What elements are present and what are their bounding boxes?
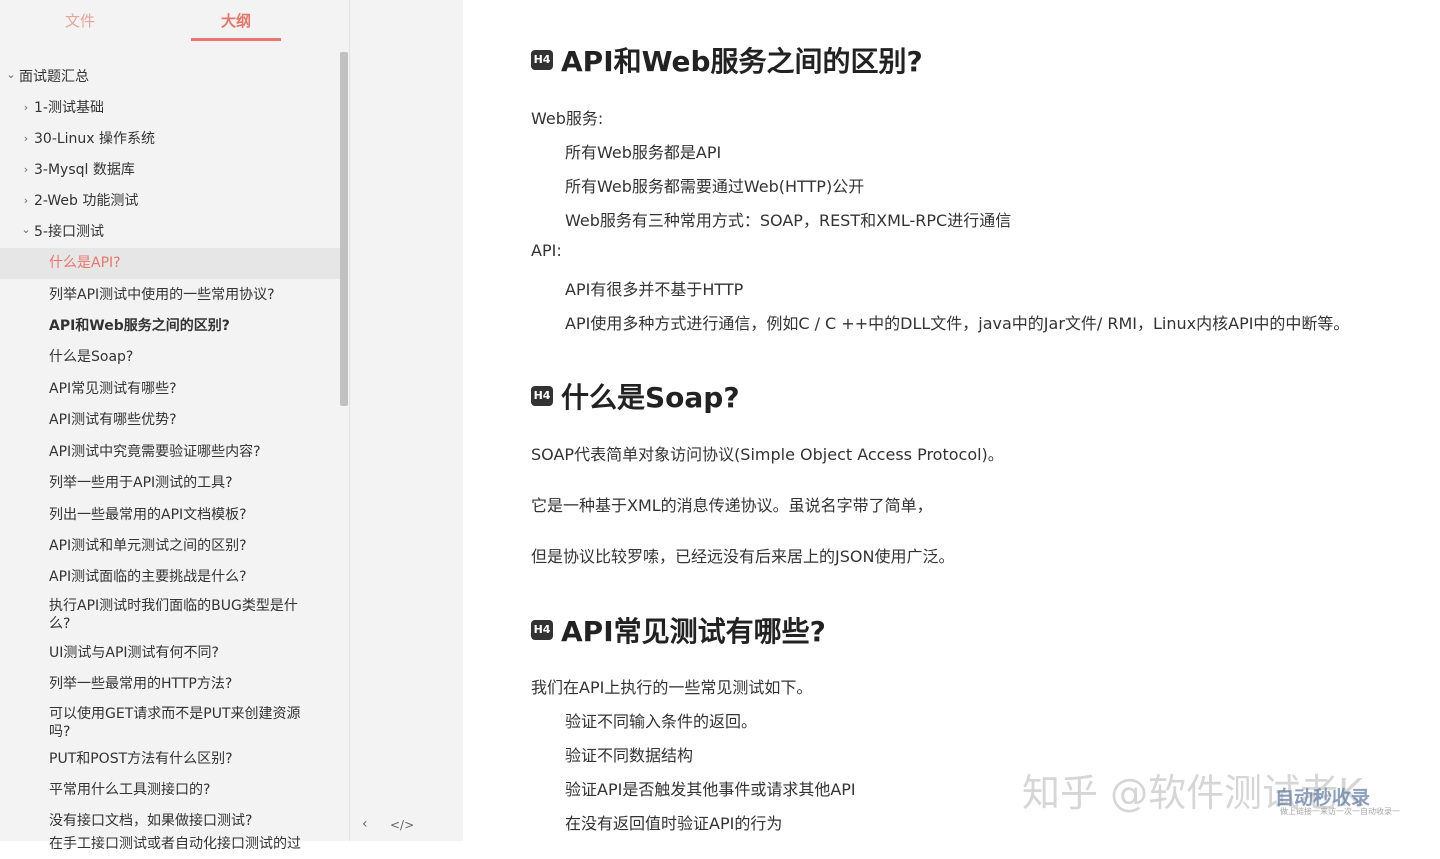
- outline-item-label: API测试中究竟需要验证哪些内容?: [49, 444, 261, 460]
- chevron-right-icon[interactable]: ›: [19, 161, 33, 179]
- outline-item[interactable]: API和Web服务之间的区别?: [0, 311, 340, 341]
- heading-level-badge: H4: [531, 50, 553, 70]
- tab-outline[interactable]: 大纲: [221, 10, 251, 31]
- sidebar: 文件 大纲 ⌄ 面试题汇总 › 1-测试基础 › 30-Linux 操作系统 › 3-Mysq…: [0, 0, 350, 852]
- list-item: 在没有返回值时验证API的行为: [565, 814, 783, 833]
- outline-item[interactable]: API常见测试有哪些?: [0, 374, 340, 404]
- outline-item[interactable]: API测试有哪些优势?: [0, 405, 340, 435]
- outline-item-label: API测试和单元测试之间的区别?: [49, 538, 247, 554]
- outline-item-label: 什么是API?: [49, 255, 121, 271]
- outline-item[interactable]: ⌄ 5-接口测试: [0, 217, 340, 247]
- paragraph: SOAP代表简单对象访问协议(Simple Object Access Prot…: [531, 445, 1004, 464]
- outline-item-label: 1-测试基础: [34, 100, 104, 116]
- watermark-subtitle: 做上链接一来访一次一自动收录一: [1280, 807, 1400, 816]
- outline-item-label: 3-Mysql 数据库: [34, 162, 135, 178]
- outline-item-label: 列举一些最常用的HTTP方法?: [49, 676, 233, 692]
- outline-item-label: 什么是Soap?: [49, 349, 134, 365]
- outline-item-label: UI测试与API测试有何不同?: [49, 645, 219, 661]
- collapse-sidebar-icon[interactable]: ‹: [362, 816, 368, 832]
- outline-item-label: API和Web服务之间的区别?: [49, 318, 230, 334]
- list-item: API使用多种方式进行通信，例如C / C ++中的DLL文件，java中的Ja…: [565, 314, 1350, 333]
- outline-item-label: 在手工接口测试或者自动化接口测试的过: [49, 836, 301, 852]
- heading-level-badge: H4: [531, 386, 553, 406]
- outline-item[interactable]: 什么是API?: [0, 248, 340, 279]
- outline-item[interactable]: › 1-测试基础: [0, 93, 340, 123]
- outline-item[interactable]: 平常用什么工具测接口的?: [0, 775, 340, 805]
- outline-item-label: 可以使用GET请求而不是PUT来创建资源吗?: [49, 706, 301, 740]
- tab-files[interactable]: 文件: [65, 10, 95, 31]
- outline-item[interactable]: 列举一些用于API测试的工具?: [0, 468, 340, 498]
- outline-item[interactable]: 什么是Soap?: [0, 342, 340, 372]
- outline-item[interactable]: › 3-Mysql 数据库: [0, 155, 340, 185]
- chevron-right-icon[interactable]: ›: [19, 99, 33, 117]
- outline-item-label: 30-Linux 操作系统: [34, 131, 156, 147]
- outline-item-label: 2-Web 功能测试: [34, 193, 139, 209]
- section-heading: H4 API常见测试有哪些?: [531, 610, 826, 650]
- chevron-right-icon[interactable]: ›: [19, 192, 33, 210]
- paragraph: 它是一种基于XML的消息传递协议。虽说名字带了简单，: [531, 496, 933, 515]
- list-item: 所有Web服务都需要通过Web(HTTP)公开: [565, 177, 865, 196]
- list-item: 验证API是否触发其他事件或请求其他API: [565, 780, 856, 799]
- outline-item[interactable]: ⌄ 面试题汇总: [0, 62, 340, 92]
- outline-item-label: 面试题汇总: [19, 69, 89, 85]
- outline-item[interactable]: PUT和POST方法有什么区别?: [0, 744, 340, 774]
- list-item: Web服务有三种常用方式：SOAP，REST和XML-RPC进行通信: [565, 211, 1012, 230]
- source-code-icon[interactable]: </>: [390, 818, 414, 832]
- outline-item[interactable]: API测试和单元测试之间的区别?: [0, 531, 340, 561]
- section-heading: H4 API和Web服务之间的区别?: [531, 40, 923, 80]
- document-content: H4 API和Web服务之间的区别? Web服务: 所有Web服务都是API 所有Web…: [463, 0, 1440, 841]
- list-item: 所有Web服务都是API: [565, 143, 722, 162]
- list-item: API有很多并不基于HTTP: [565, 280, 744, 299]
- outline-item[interactable]: 列举一些最常用的HTTP方法?: [0, 669, 340, 699]
- outline-item-label: 平常用什么工具测接口的?: [49, 782, 211, 798]
- chevron-down-icon[interactable]: ⌄: [4, 66, 18, 84]
- paragraph: 我们在API上执行的一些常见测试如下。: [531, 678, 813, 697]
- outline-item[interactable]: API测试面临的主要挑战是什么?: [0, 562, 340, 592]
- outline-item-label: 执行API测试时我们面临的BUG类型是什么?: [49, 598, 298, 632]
- outline-item[interactable]: 列举API测试中使用的一些常用协议?: [0, 280, 340, 310]
- outline-item-label: 列举一些用于API测试的工具?: [49, 475, 233, 491]
- sidebar-tabs: 文件 大纲: [0, 0, 350, 44]
- outline-item-label: API测试面临的主要挑战是什么?: [49, 569, 247, 585]
- outline-item[interactable]: › 30-Linux 操作系统: [0, 124, 340, 154]
- outline-item-label: 列举API测试中使用的一些常用协议?: [49, 287, 275, 303]
- paragraph: Web服务:: [531, 109, 604, 128]
- outline-item[interactable]: UI测试与API测试有何不同?: [0, 638, 340, 668]
- heading-level-badge: H4: [531, 620, 553, 640]
- section-heading-text: API常见测试有哪些?: [561, 615, 826, 648]
- sidebar-footer: ‹ </>: [350, 0, 463, 841]
- active-tab-indicator: [191, 38, 281, 41]
- outline-item[interactable]: 可以使用GET请求而不是PUT来创建资源吗?: [0, 699, 340, 745]
- outline-item-label: PUT和POST方法有什么区别?: [49, 751, 233, 767]
- outline-item-label: 没有接口文档，如果做接口测试?: [49, 813, 253, 829]
- paragraph: API:: [531, 241, 562, 260]
- section-heading: H4 什么是Soap?: [531, 376, 740, 416]
- outline-item[interactable]: API测试中究竟需要验证哪些内容?: [0, 437, 340, 467]
- chevron-down-icon[interactable]: ⌄: [19, 221, 33, 239]
- outline-item[interactable]: › 2-Web 功能测试: [0, 186, 340, 216]
- section-heading-text: 什么是Soap?: [561, 381, 740, 414]
- outline-item[interactable]: 执行API测试时我们面临的BUG类型是什么?: [0, 591, 340, 637]
- outline-item[interactable]: 在手工接口测试或者自动化接口测试的过: [0, 829, 340, 859]
- paragraph: 但是协议比较罗嗦，已经远没有后来居上的JSON使用广泛。: [531, 547, 955, 566]
- outline-item-label: 列出一些最常用的API文档模板?: [49, 507, 247, 523]
- list-item: 验证不同数据结构: [565, 746, 694, 765]
- outline-item-label: API测试有哪些优势?: [49, 412, 177, 428]
- sidebar-scrollbar[interactable]: [340, 52, 348, 406]
- outline-item-label: API常见测试有哪些?: [49, 381, 177, 397]
- list-item: 验证不同输入条件的返回。: [565, 712, 758, 731]
- section-heading-text: API和Web服务之间的区别?: [561, 45, 923, 78]
- outline-item[interactable]: 列出一些最常用的API文档模板?: [0, 500, 340, 530]
- chevron-right-icon[interactable]: ›: [19, 130, 33, 148]
- outline-item-label: 5-接口测试: [34, 224, 104, 240]
